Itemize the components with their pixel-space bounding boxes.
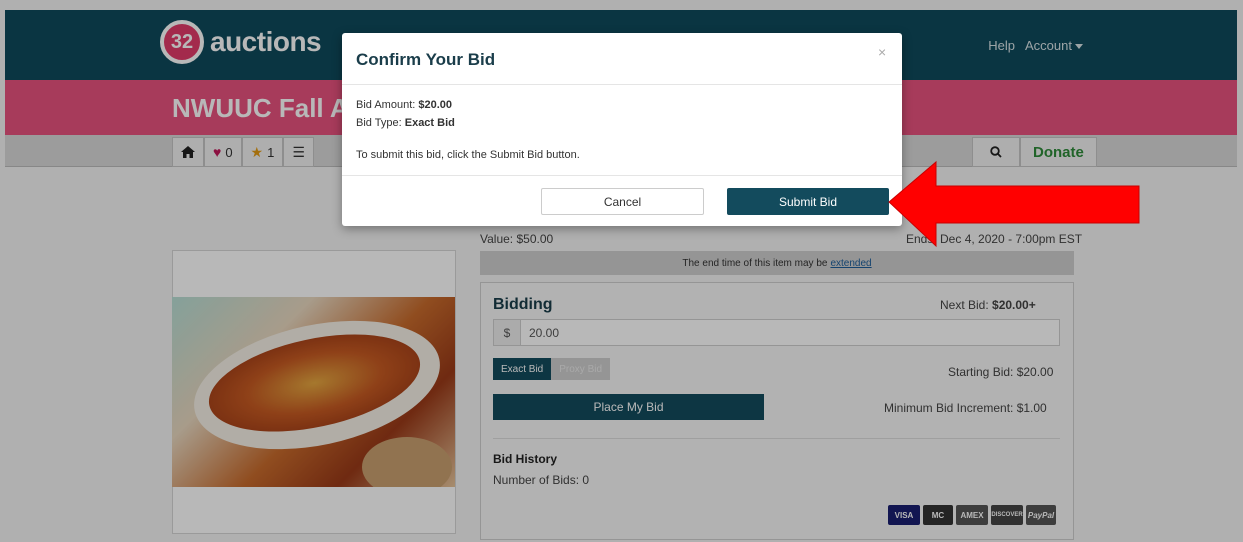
bid-amount-confirm: $20.00: [418, 99, 453, 111]
bid-amount-line: Bid Amount: $20.00: [356, 99, 452, 111]
modal-divider: [342, 175, 902, 176]
modal-divider: [342, 84, 902, 85]
bid-amount-label: Bid Amount:: [356, 99, 416, 111]
bid-type-label: Bid Type:: [356, 117, 402, 129]
bid-type-confirm: Exact Bid: [404, 117, 455, 129]
cancel-button[interactable]: Cancel: [541, 188, 704, 215]
modal-instruction: To submit this bid, click the Submit Bid…: [356, 149, 580, 161]
modal-title: Confirm Your Bid: [356, 50, 496, 69]
bid-type-line: Bid Type: Exact Bid: [356, 117, 455, 129]
red-arrow-icon: [888, 160, 1140, 248]
submit-bid-button[interactable]: Submit Bid: [727, 188, 889, 215]
close-icon[interactable]: ×: [878, 44, 886, 60]
